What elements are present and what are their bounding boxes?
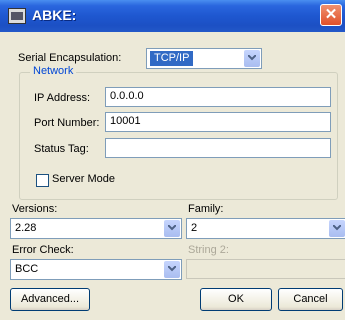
network-group-title: Network bbox=[30, 65, 77, 77]
chevron-down-icon[interactable] bbox=[164, 220, 180, 237]
port-number-input[interactable]: 10001 bbox=[105, 112, 331, 132]
dialog-window: ABKE: ✕ Serial Encapsulation: TCP/IP Net… bbox=[0, 0, 345, 320]
status-tag-input[interactable] bbox=[105, 138, 331, 158]
versions-value: 2.28 bbox=[15, 222, 37, 234]
error-check-select[interactable]: BCC bbox=[10, 259, 182, 280]
family-label: Family: bbox=[188, 203, 224, 215]
serial-encapsulation-value: TCP/IP bbox=[150, 51, 194, 66]
app-icon bbox=[8, 8, 26, 24]
server-mode-checkbox[interactable] bbox=[36, 174, 49, 187]
chevron-down-icon[interactable] bbox=[244, 50, 260, 67]
close-icon: ✕ bbox=[324, 6, 338, 23]
chevron-down-icon[interactable] bbox=[329, 220, 345, 237]
ip-address-input[interactable]: 0.0.0.0 bbox=[105, 87, 331, 107]
error-check-label: Error Check: bbox=[12, 244, 74, 256]
versions-select[interactable]: 2.28 bbox=[10, 218, 182, 239]
chevron-down-icon[interactable] bbox=[164, 261, 180, 278]
string2-input bbox=[186, 259, 345, 279]
serial-encapsulation-label: Serial Encapsulation: bbox=[18, 52, 122, 64]
string2-label: String 2: bbox=[188, 244, 229, 256]
advanced-button[interactable]: Advanced... bbox=[10, 288, 90, 311]
ip-address-label: IP Address: bbox=[34, 92, 91, 104]
status-tag-label: Status Tag: bbox=[34, 143, 89, 155]
error-check-value: BCC bbox=[15, 263, 39, 275]
title-bar[interactable]: ABKE: ✕ bbox=[0, 0, 345, 32]
ok-button[interactable]: OK bbox=[200, 288, 272, 311]
family-value: 2 bbox=[191, 222, 198, 234]
window-title: ABKE: bbox=[32, 7, 77, 23]
server-mode-label: Server Mode bbox=[52, 173, 115, 185]
cancel-button[interactable]: Cancel bbox=[278, 288, 343, 311]
serial-encapsulation-select[interactable]: TCP/IP bbox=[146, 48, 262, 69]
versions-label: Versions: bbox=[12, 203, 58, 215]
port-number-label: Port Number: bbox=[34, 117, 100, 129]
family-select[interactable]: 2 bbox=[186, 218, 345, 239]
close-button[interactable]: ✕ bbox=[320, 4, 342, 26]
